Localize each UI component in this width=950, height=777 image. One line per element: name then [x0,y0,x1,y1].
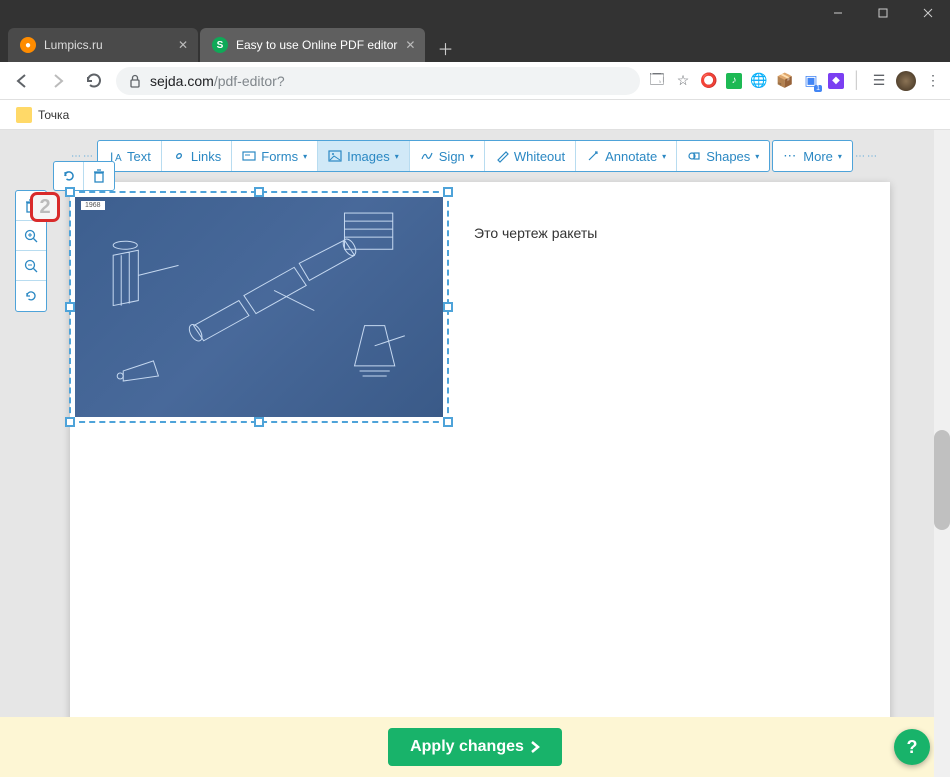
star-icon[interactable]: ☆ [674,72,692,90]
page-text[interactable]: Это чертеж ракеты [474,225,597,241]
bottom-action-bar: Apply changes ? [0,717,950,777]
links-tool-button[interactable]: Links [162,141,232,171]
browser-addressbar: sejda.com/pdf-editor? 🗔 ☆ ⭕ ♪ 🌐 📦 ▣1 ◆ │… [0,62,950,100]
bookmark-bar: Точка [0,100,950,130]
ext-cube-icon[interactable]: 📦 [776,72,794,90]
selected-image[interactable]: 1968 [75,197,443,417]
shapes-tool-button[interactable]: Shapes▾ [677,141,769,171]
apply-changes-button[interactable]: Apply changes [388,728,562,766]
resize-handle[interactable] [65,302,75,312]
resize-handle[interactable] [443,417,453,427]
resize-handle[interactable] [443,302,453,312]
svg-text:A: A [115,153,122,163]
window-minimize[interactable] [815,0,860,26]
folder-icon [16,107,32,123]
ext-opera-icon[interactable]: ⭕ [700,72,718,90]
favicon: S [212,37,228,53]
scrollbar-thumb[interactable] [934,430,950,530]
bookmark-item[interactable]: Точка [10,103,75,127]
toolbar-group: ⋯More▾ [772,140,853,172]
image-floating-toolbar [53,161,115,191]
lock-icon [128,74,142,88]
editor-toolbar: ⋯⋯ IAText Links Forms▾ Images▾ Sign▾ Whi… [0,130,950,182]
nav-reload-button[interactable] [80,67,108,95]
ext-chrome-icon[interactable]: 🌐 [750,72,768,90]
avatar[interactable] [896,71,916,91]
tab-title: Lumpics.ru [44,38,103,52]
browser-tabstrip: ● Lumpics.ru ✕ S Easy to use Online PDF … [0,26,950,62]
close-icon[interactable]: ✕ [405,38,415,52]
nav-back-button[interactable] [8,67,36,95]
whiteout-tool-button[interactable]: Whiteout [485,141,576,171]
ext-badge-icon[interactable]: ▣1 [802,72,820,90]
sign-tool-button[interactable]: Sign▾ [410,141,485,171]
url-text: sejda.com/pdf-editor? [150,73,285,89]
resize-handle[interactable] [254,417,264,427]
reading-list-icon[interactable]: ☰ [870,72,888,90]
translate-icon[interactable]: 🗔 [648,72,666,90]
rotate-button[interactable] [54,162,84,190]
delete-image-button[interactable] [84,162,114,190]
new-tab-button[interactable]: ＋ [431,34,459,62]
help-button[interactable]: ? [894,729,930,765]
chevron-right-icon [530,740,540,754]
resize-handle[interactable] [65,187,75,197]
url-field[interactable]: sejda.com/pdf-editor? [116,67,640,95]
page-scrollbar[interactable] [934,130,950,777]
bookmark-label: Точка [38,108,69,122]
close-icon[interactable]: ✕ [178,38,188,52]
browser-tab[interactable]: S Easy to use Online PDF editor ✕ [200,28,425,62]
grip-dots: ⋯⋯ [855,151,879,162]
forms-tool-button[interactable]: Forms▾ [232,141,318,171]
images-tool-button[interactable]: Images▾ [318,141,410,171]
page-number-badge: 2 [30,192,60,222]
tab-title: Easy to use Online PDF editor [236,38,397,52]
resize-handle[interactable] [65,417,75,427]
annotate-tool-button[interactable]: Annotate▾ [576,141,677,171]
pdf-page[interactable]: 2 1968 [70,182,890,737]
menu-icon[interactable]: ⋮ [924,72,942,90]
resize-handle[interactable] [443,187,453,197]
window-close[interactable] [905,0,950,26]
window-titlebar [0,0,950,26]
browser-tab[interactable]: ● Lumpics.ru ✕ [8,28,198,62]
favicon: ● [20,37,36,53]
nav-forward-button[interactable] [44,67,72,95]
resize-handle[interactable] [254,187,264,197]
app-content: ⋯⋯ IAText Links Forms▾ Images▾ Sign▾ Whi… [0,130,950,777]
canvas-area: 2 1968 [0,182,950,737]
more-tool-button[interactable]: ⋯More▾ [773,141,852,171]
blueprint-image: 1968 [75,197,443,417]
extension-icons: 🗔 ☆ ⭕ ♪ 🌐 📦 ▣1 ◆ │ ☰ ⋮ [648,71,942,91]
window-maximize[interactable] [860,0,905,26]
separator: │ [852,72,862,90]
grip-dots: ⋯⋯ [71,151,95,162]
ext-purple-icon[interactable]: ◆ [828,73,844,89]
toolbar-group: IAText Links Forms▾ Images▾ Sign▾ Whiteo… [97,140,770,172]
ext-music-icon[interactable]: ♪ [726,73,742,89]
